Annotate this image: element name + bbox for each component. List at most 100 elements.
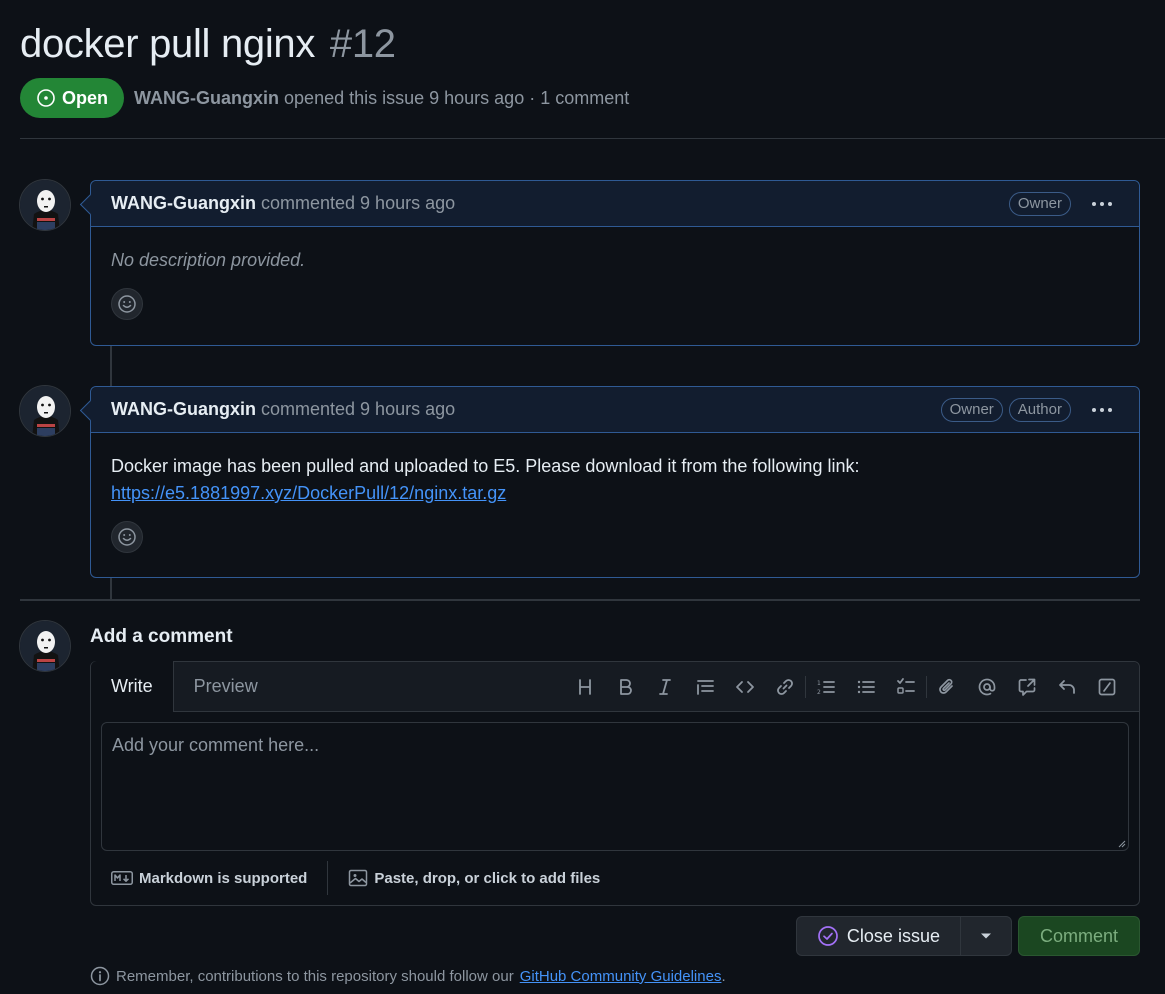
comment-text: Docker image has been pulled and uploade… [111,456,860,476]
issue-title-row: docker pull nginx #12 [20,22,396,67]
download-link[interactable]: https://e5.1881997.xyz/DockerPull/12/ngi… [111,483,506,503]
timeline-line [110,578,112,599]
owner-badge: Owner [940,397,1003,422]
bold-icon [620,679,632,695]
comment-header: WANG-Guangxin commented 9 hours ago Owne… [91,181,1139,227]
code-button[interactable] [725,674,765,700]
smiley-icon [118,295,136,313]
info-icon [90,966,110,986]
comment-timestamp[interactable]: commented 9 hours ago [261,193,455,214]
bold-button[interactable] [605,674,645,700]
close-issue-label: Close issue [846,925,940,946]
mention-button[interactable] [967,674,1007,700]
image-icon [349,869,368,887]
heading-icon [579,679,591,695]
comment-submit-button[interactable]: Comment [1017,916,1140,956]
timeline-end-divider [20,599,1140,601]
saved-reply-button[interactable] [1047,674,1087,700]
paperclip-icon [939,678,953,694]
heading-button[interactable] [565,674,605,700]
add-files-button[interactable]: Paste, drop, or click to add files [348,868,600,888]
avatar[interactable] [19,179,71,231]
comment-body: No description provided. [91,227,1139,274]
cross-reference-icon [1018,678,1036,696]
comment-author[interactable]: WANG-Guangxin [111,399,256,420]
task-list-button[interactable] [886,674,926,700]
kebab-horizontal-icon [1092,407,1112,412]
italic-icon [659,679,671,695]
owner-badge: Owner [1008,191,1071,216]
issue-closed-icon [818,926,838,946]
reply-icon [1059,680,1075,694]
comment-editor: Write Preview 12 Add your comment here..… [90,661,1140,906]
issue-number: #12 [329,22,396,66]
link-button[interactable] [765,674,805,700]
editor-footer: Markdown is supported Paste, drop, or cl… [91,858,1139,898]
comment-actions: Close issue Comment [795,916,1140,956]
markdown-icon [111,871,133,885]
smiley-icon [118,528,136,546]
mention-icon [978,678,996,696]
timeline-line [110,346,112,386]
issue-author-link[interactable]: WANG-Guangxin [134,88,279,108]
avatar [19,620,71,672]
tab-preview[interactable]: Preview [174,661,278,711]
unordered-list-button[interactable] [846,674,886,700]
editor-tabs: Write Preview 12 [91,661,1139,712]
code-icon [736,681,754,693]
close-issue-split-button: Close issue [795,916,1012,956]
task-list-icon [897,678,915,694]
resize-handle-icon[interactable] [1116,838,1126,848]
avatar[interactable] [19,385,71,437]
close-options-dropdown[interactable] [961,917,1011,955]
comment-body: Docker image has been pulled and uploade… [91,433,1139,507]
footer-divider [327,861,329,895]
comment-textarea[interactable]: Add your comment here... [101,722,1129,851]
issue-meta-description: opened this issue 9 hours ago · 1 commen… [284,87,630,108]
contribution-guidelines-note: Remember, contributions to this reposito… [90,966,726,986]
link-icon [777,679,793,695]
issue-meta: Open WANG-Guangxin opened this issue 9 h… [20,78,629,118]
slash-command-button[interactable] [1087,674,1127,700]
avatar-image [20,621,70,671]
ordered-list-button[interactable]: 12 [806,674,846,700]
quote-button[interactable] [685,674,725,700]
svg-text:1: 1 [817,680,821,687]
add-reaction-button[interactable] [111,521,143,553]
author-badge: Author [1008,397,1071,422]
comment-header: WANG-Guangxin commented 9 hours ago Owne… [91,387,1139,433]
guidelines-text: Remember, contributions to this reposito… [116,967,514,985]
avatar-image [20,386,70,436]
kebab-horizontal-icon [1092,201,1112,206]
add-reaction-button[interactable] [111,288,143,320]
quote-icon [697,680,714,695]
italic-button[interactable] [645,674,685,700]
avatar-image [20,180,70,230]
ordered-list-icon: 12 [817,680,835,696]
community-guidelines-link[interactable]: GitHub Community Guidelines [520,968,722,985]
comment-card: WANG-Guangxin commented 9 hours ago Owne… [90,180,1140,346]
comment-card: WANG-Guangxin commented 9 hours ago Owne… [90,386,1140,578]
markdown-help-link[interactable]: Markdown is supported [111,870,307,887]
close-issue-button[interactable]: Close issue [797,917,961,955]
slash-command-icon [1098,678,1116,696]
attach-button[interactable] [927,674,967,700]
comment-timestamp[interactable]: commented 9 hours ago [261,399,455,420]
issue-title: docker pull nginx [20,22,316,66]
issue-open-icon [37,89,55,107]
tab-write[interactable]: Write [91,661,174,712]
svg-text:2: 2 [817,689,821,696]
comment-empty-text: No description provided. [111,250,306,270]
issue-meta-text: WANG-Guangxin opened this issue 9 hours … [134,88,629,109]
comment-placeholder: Add your comment here... [112,735,320,755]
add-comment-title: Add a comment [90,626,233,647]
reference-button[interactable] [1007,674,1047,700]
files-note: Paste, drop, or click to add files [374,869,601,887]
unordered-list-icon [857,680,875,694]
comment-options-button[interactable] [1085,192,1119,216]
comment-options-button[interactable] [1085,398,1119,422]
comment-author[interactable]: WANG-Guangxin [111,193,256,214]
markdown-note: Markdown is supported [139,869,308,887]
header-divider [20,138,1165,139]
issue-state-badge: Open [20,78,125,118]
